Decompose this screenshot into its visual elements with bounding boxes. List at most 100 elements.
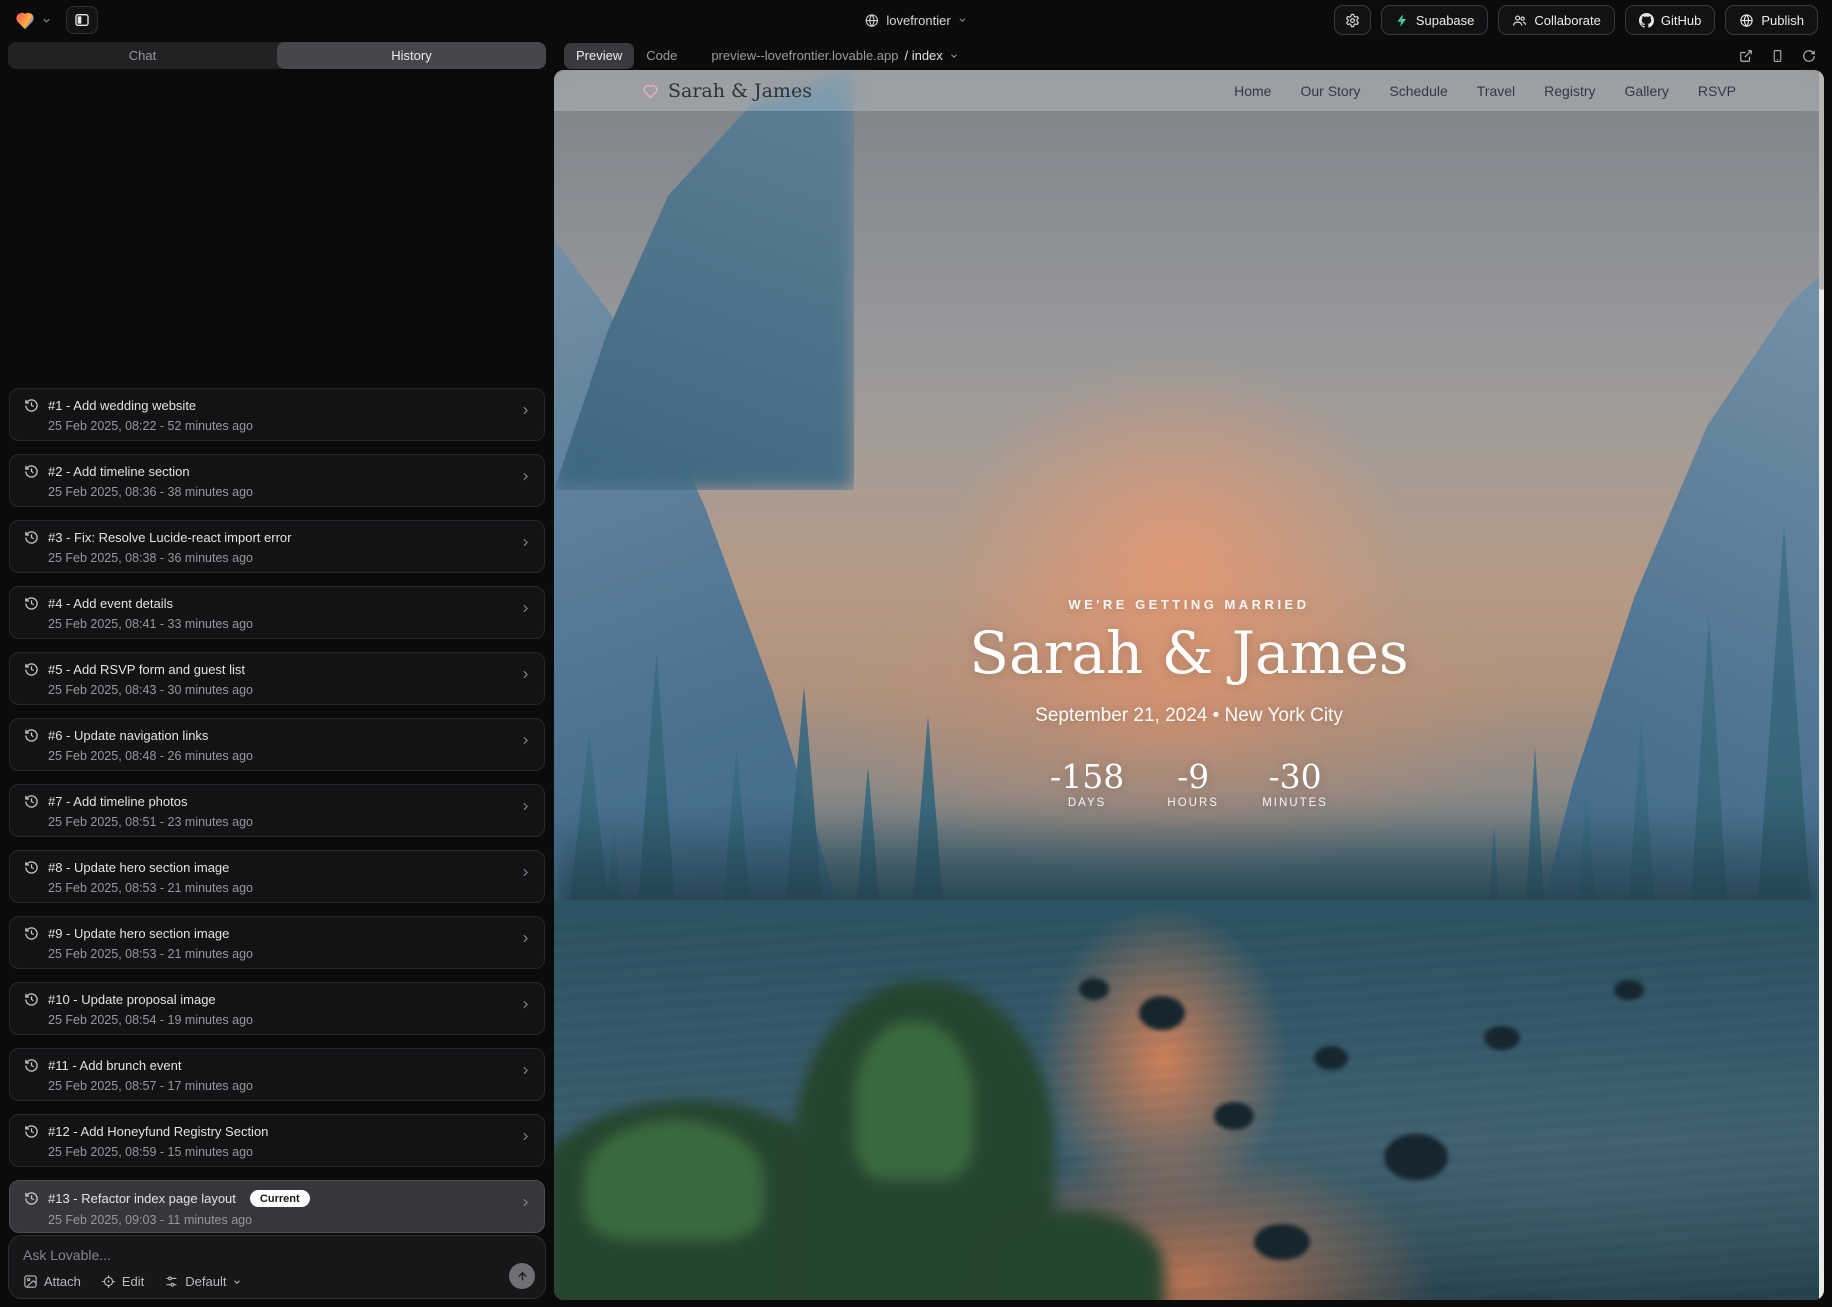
history-icon xyxy=(24,398,39,413)
history-list-item[interactable]: #5 - Add RSVP form and guest list 25 Feb… xyxy=(9,652,545,705)
ask-lovable-input[interactable] xyxy=(23,1247,443,1263)
tab-chat[interactable]: Chat xyxy=(8,42,277,69)
history-list-item[interactable]: #13 - Refactor index page layout Current… xyxy=(9,1180,545,1233)
history-icon xyxy=(24,464,39,479)
history-item-timestamp: 25 Feb 2025, 08:41 - 33 minutes ago xyxy=(48,617,532,631)
site-nav-link[interactable]: Our Story xyxy=(1300,83,1360,99)
site-logo[interactable]: Sarah & James xyxy=(642,80,812,102)
history-item-timestamp: 25 Feb 2025, 08:38 - 36 minutes ago xyxy=(48,551,532,565)
history-icon xyxy=(24,1191,39,1206)
history-item-title: #9 - Update hero section image xyxy=(48,926,229,941)
countdown-label: DAYS xyxy=(1050,797,1124,809)
history-item-timestamp: 25 Feb 2025, 08:53 - 21 minutes ago xyxy=(48,881,532,895)
history-list-item[interactable]: #4 - Add event details 25 Feb 2025, 08:4… xyxy=(9,586,545,639)
history-item-timestamp: 25 Feb 2025, 08:36 - 38 minutes ago xyxy=(48,485,532,499)
supabase-icon xyxy=(1395,13,1409,28)
history-list-item[interactable]: #11 - Add brunch event 25 Feb 2025, 08:5… xyxy=(9,1048,545,1101)
github-label: GitHub xyxy=(1661,13,1701,28)
preview-url[interactable]: preview--lovefrontier.lovable.app / inde… xyxy=(711,48,958,63)
history-list-item[interactable]: #3 - Fix: Resolve Lucide-react import er… xyxy=(9,520,545,573)
open-in-new-tab-icon[interactable] xyxy=(1739,49,1753,63)
history-item-timestamp: 25 Feb 2025, 09:03 - 11 minutes ago xyxy=(48,1213,532,1227)
site-nav-link[interactable]: Registry xyxy=(1544,83,1595,99)
chevron-right-icon[interactable] xyxy=(519,866,532,879)
site-nav-link[interactable]: Gallery xyxy=(1625,83,1669,99)
chevron-right-icon[interactable] xyxy=(519,932,532,945)
chevron-right-icon[interactable] xyxy=(519,1130,532,1143)
supabase-label: Supabase xyxy=(1416,13,1475,28)
chevron-right-icon[interactable] xyxy=(519,734,532,747)
edit-label: Edit xyxy=(122,1274,144,1289)
tab-code[interactable]: Code xyxy=(634,43,689,69)
chevron-right-icon[interactable] xyxy=(519,998,532,1011)
preview-scrollbar[interactable] xyxy=(1819,70,1824,1300)
edit-button[interactable]: Edit xyxy=(101,1274,144,1289)
lovable-app-window: lovefrontier Supabase xyxy=(0,0,1832,1307)
chat-mode-selector[interactable]: Default xyxy=(164,1274,242,1289)
chevron-right-icon[interactable] xyxy=(519,800,532,813)
history-icon xyxy=(24,992,39,1007)
publish-label: Publish xyxy=(1761,13,1804,28)
history-item-timestamp: 25 Feb 2025, 08:22 - 52 minutes ago xyxy=(48,419,532,433)
workspace-chevron-down-icon[interactable] xyxy=(41,15,52,26)
site-header: Sarah & James Home Our Story Schedule Trave… xyxy=(554,70,1824,111)
history-item-title: #12 - Add Honeyfund Registry Section xyxy=(48,1124,268,1139)
panel-left-icon xyxy=(74,12,90,28)
history-list-item[interactable]: #1 - Add wedding website 25 Feb 2025, 08… xyxy=(9,388,545,441)
send-button[interactable] xyxy=(509,1263,535,1289)
project-selector[interactable]: lovefrontier xyxy=(864,0,967,40)
chevron-right-icon[interactable] xyxy=(519,1196,532,1209)
publish-globe-icon xyxy=(1739,13,1754,28)
topbar-actions: Supabase Collaborate GitHub Publish xyxy=(1334,5,1818,35)
collaborate-button[interactable]: Collaborate xyxy=(1498,5,1615,35)
image-icon xyxy=(23,1274,38,1289)
history-item-title: #10 - Update proposal image xyxy=(48,992,216,1007)
preview-pane: Preview Code preview--lovefrontier.lovab… xyxy=(554,42,1824,1300)
toggle-sidebar-button[interactable] xyxy=(66,6,98,34)
site-nav-link[interactable]: Schedule xyxy=(1389,83,1447,99)
chevron-right-icon[interactable] xyxy=(519,470,532,483)
hero-date-location: September 21, 2024 • New York City xyxy=(554,705,1824,727)
site-nav-link[interactable]: RSVP xyxy=(1698,83,1736,99)
publish-button[interactable]: Publish xyxy=(1725,5,1818,35)
chevron-right-icon[interactable] xyxy=(519,536,532,549)
history-list-item[interactable]: #6 - Update navigation links 25 Feb 2025… xyxy=(9,718,545,771)
history-item-timestamp: 25 Feb 2025, 08:43 - 30 minutes ago xyxy=(48,683,532,697)
lovable-logo-heart-icon[interactable] xyxy=(14,10,36,30)
chevron-right-icon[interactable] xyxy=(519,602,532,615)
mobile-view-icon[interactable] xyxy=(1771,49,1784,63)
preview-url-path: / index xyxy=(904,48,942,63)
history-item-timestamp: 25 Feb 2025, 08:51 - 23 minutes ago xyxy=(48,815,532,829)
history-item-title: #5 - Add RSVP form and guest list xyxy=(48,662,245,677)
chevron-right-icon[interactable] xyxy=(519,404,532,417)
history-list-item[interactable]: #9 - Update hero section image 25 Feb 20… xyxy=(9,916,545,969)
tab-history[interactable]: History xyxy=(277,42,546,69)
site-nav-link[interactable]: Home xyxy=(1234,83,1271,99)
arrow-up-icon xyxy=(516,1270,529,1283)
supabase-button[interactable]: Supabase xyxy=(1381,5,1489,35)
preview-scrollbar-thumb[interactable] xyxy=(1819,70,1824,290)
site-nav-link[interactable]: Travel xyxy=(1477,83,1515,99)
history-list-item[interactable]: #8 - Update hero section image 25 Feb 20… xyxy=(9,850,545,903)
sliders-icon xyxy=(164,1274,179,1289)
tab-preview[interactable]: Preview xyxy=(564,43,634,69)
history-list-item[interactable]: #7 - Add timeline photos 25 Feb 2025, 08… xyxy=(9,784,545,837)
history-list-item[interactable]: #2 - Add timeline section 25 Feb 2025, 0… xyxy=(9,454,545,507)
countdown-label: HOURS xyxy=(1166,797,1220,809)
refresh-icon[interactable] xyxy=(1802,49,1816,63)
chevron-right-icon[interactable] xyxy=(519,1064,532,1077)
countdown-unit: -9 HOURS xyxy=(1166,760,1220,809)
history-item-timestamp: 25 Feb 2025, 08:59 - 15 minutes ago xyxy=(48,1145,532,1159)
history-item-title: #2 - Add timeline section xyxy=(48,464,190,479)
countdown-unit: -30 MINUTES xyxy=(1262,760,1328,809)
settings-button[interactable] xyxy=(1334,5,1371,35)
history-list-item[interactable]: #10 - Update proposal image 25 Feb 2025,… xyxy=(9,982,545,1035)
attach-button[interactable]: Attach xyxy=(23,1274,81,1289)
site-logo-text: Sarah & James xyxy=(668,80,812,102)
chevron-right-icon[interactable] xyxy=(519,668,532,681)
history-item-title: #13 - Refactor index page layout xyxy=(48,1191,236,1206)
history-list-item[interactable]: #12 - Add Honeyfund Registry Section 25 … xyxy=(9,1114,545,1167)
countdown-label: MINUTES xyxy=(1262,797,1328,809)
composer-actions: Attach Edit Default xyxy=(23,1274,501,1289)
github-button[interactable]: GitHub xyxy=(1625,5,1715,35)
